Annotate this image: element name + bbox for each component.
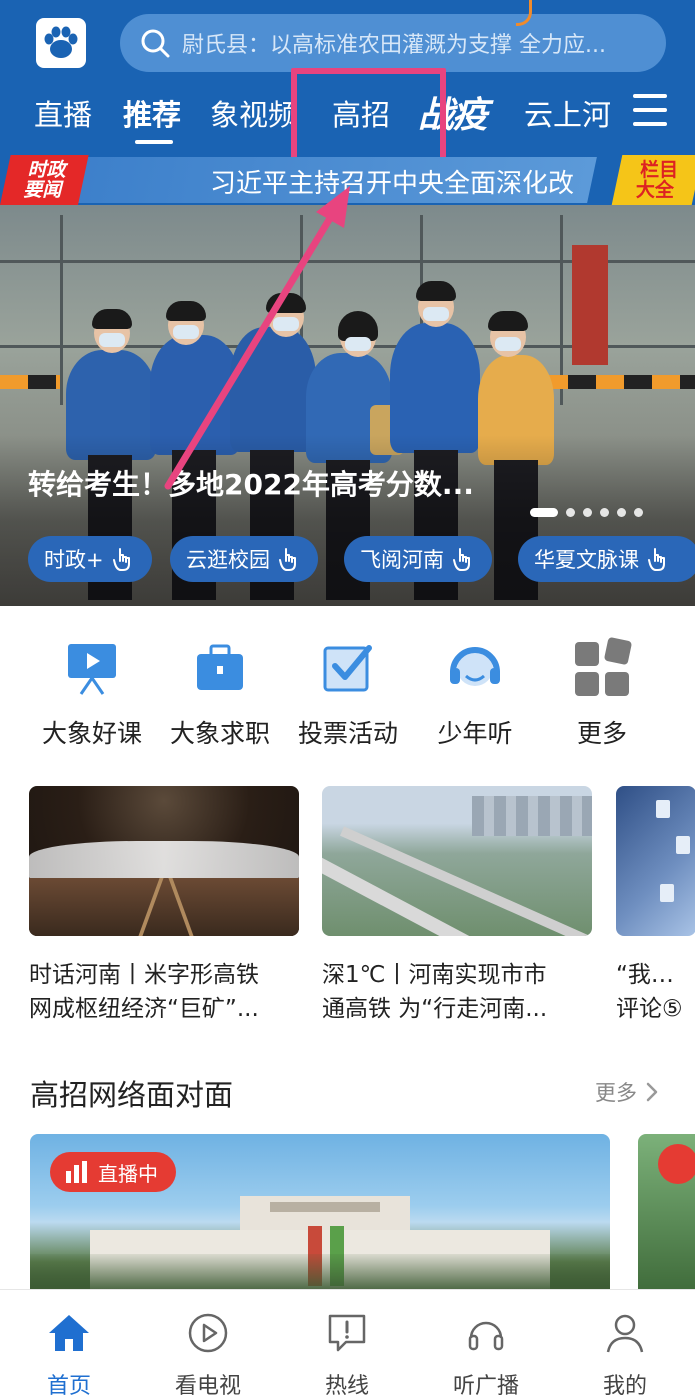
section-title: 高招网络面对面 <box>30 1078 234 1112</box>
live-stream-card[interactable]: 直播中 <box>30 1134 610 1294</box>
tab-watch-tv[interactable]: 看电视 <box>153 1310 263 1398</box>
quick-link-voting[interactable]: 投票活动 <box>278 636 418 750</box>
news-card[interactable]: 时话河南丨米字形高铁 网成枢纽经济“巨矿”... <box>29 786 299 1026</box>
quick-link-youth-listen[interactable]: 少年听 <box>405 636 545 750</box>
tap-hand-icon <box>453 548 470 571</box>
tab-live[interactable]: 直播 <box>34 92 92 134</box>
chevron-right-icon <box>646 1082 658 1102</box>
tap-hand-icon <box>279 548 296 571</box>
quick-link-elephant-jobs[interactable]: 大象求职 <box>150 636 290 750</box>
home-icon <box>14 1310 124 1356</box>
live-badge: 直播中 <box>50 1152 176 1192</box>
search-placeholder: 尉氏县：以高标准农田灌溉为支撑 全力应... <box>182 33 606 58</box>
tab-recommend[interactable]: 推荐 <box>123 92 181 134</box>
section-more-link[interactable]: 更多 <box>595 1077 659 1107</box>
tab-profile[interactable]: 我的 <box>570 1310 680 1398</box>
app-header: 尉氏县：以高标准农田灌溉为支撑 全力应... 直播 推荐 象视频 高招 云上河 … <box>0 0 695 606</box>
headphones-kid-icon <box>444 636 506 698</box>
grid-more-icon <box>571 636 633 698</box>
tab-cloud-henan[interactable]: 云上河 <box>524 92 616 134</box>
ticker-badge-politics: 时政 要闻 <box>0 155 89 205</box>
quick-link-more[interactable]: 更多 <box>532 636 672 750</box>
hotline-icon <box>292 1310 402 1356</box>
quick-link-elephant-lesson[interactable]: 大象好课 <box>22 636 162 750</box>
news-card-image <box>616 786 695 936</box>
news-card-caption: 深1℃丨河南实现市市 通高铁 为“行走河南... <box>322 962 548 1022</box>
tab-home[interactable]: 首页 <box>14 1310 124 1398</box>
app-logo[interactable] <box>36 18 86 68</box>
search-icon <box>141 29 170 58</box>
news-card-image <box>29 786 299 936</box>
ticker-headline[interactable]: 习近平主持召开中央全面深化改 <box>210 163 590 200</box>
chip-fly-henan[interactable]: 飞阅河南 <box>344 536 492 582</box>
quick-links: 大象好课 大象求职 投票活动 少年听 更多 <box>0 636 695 756</box>
play-circle-icon <box>153 1310 263 1356</box>
chip-cloud-campus[interactable]: 云逛校园 <box>170 536 318 582</box>
hero-headline[interactable]: 转给考生！多地2022年高考分数... <box>28 463 474 503</box>
news-card-image <box>322 786 592 936</box>
bottom-tab-bar: 首页 看电视 热线 听广播 我的 <box>0 1289 695 1398</box>
tab-elephant-video[interactable]: 象视频 <box>210 92 294 134</box>
live-stream-card-next[interactable] <box>638 1134 695 1294</box>
news-card-caption: “我为郡 评论⑤ <box>616 962 695 1022</box>
carousel-indicator <box>530 505 643 519</box>
tap-hand-icon <box>112 548 130 571</box>
tap-hand-icon <box>648 548 665 571</box>
menu-icon[interactable] <box>633 94 667 126</box>
news-card[interactable]: 深1℃丨河南实现市市 通高铁 为“行走河南... <box>322 786 592 1026</box>
tab-hotline[interactable]: 热线 <box>292 1310 402 1398</box>
tab-radio[interactable]: 听广播 <box>431 1310 541 1398</box>
paw-logo-icon <box>44 26 78 58</box>
video-lesson-icon <box>61 636 123 698</box>
briefcase-icon <box>189 636 251 698</box>
news-card-caption: 时话河南丨米字形高铁 网成枢纽经济“巨矿”... <box>29 962 259 1022</box>
user-icon <box>570 1310 680 1356</box>
news-card-carousel: 时话河南丨米字形高铁 网成枢纽经济“巨矿”... 深1℃丨河南实现市市 通高铁 … <box>0 786 695 1036</box>
vote-checkbox-icon <box>317 636 379 698</box>
chip-politics-plus[interactable]: 时政+ <box>28 536 152 582</box>
active-tab-indicator <box>135 140 173 144</box>
news-card[interactable]: “我为郡 评论⑤ <box>616 786 695 1026</box>
search-bar[interactable]: 尉氏县：以高标准农田灌溉为支撑 全力应... <box>120 14 666 72</box>
live-bars-icon <box>66 1161 87 1183</box>
news-ticker[interactable]: 时政 要闻 习近平主持召开中央全面深化改 栏目 大全 <box>0 155 695 205</box>
chip-huaxia-culture[interactable]: 华夏文脉课 <box>518 536 695 582</box>
headphones-icon <box>431 1310 541 1356</box>
column-directory-button[interactable]: 栏目 大全 <box>611 155 695 205</box>
highlight-box-gaozhao <box>291 68 446 168</box>
